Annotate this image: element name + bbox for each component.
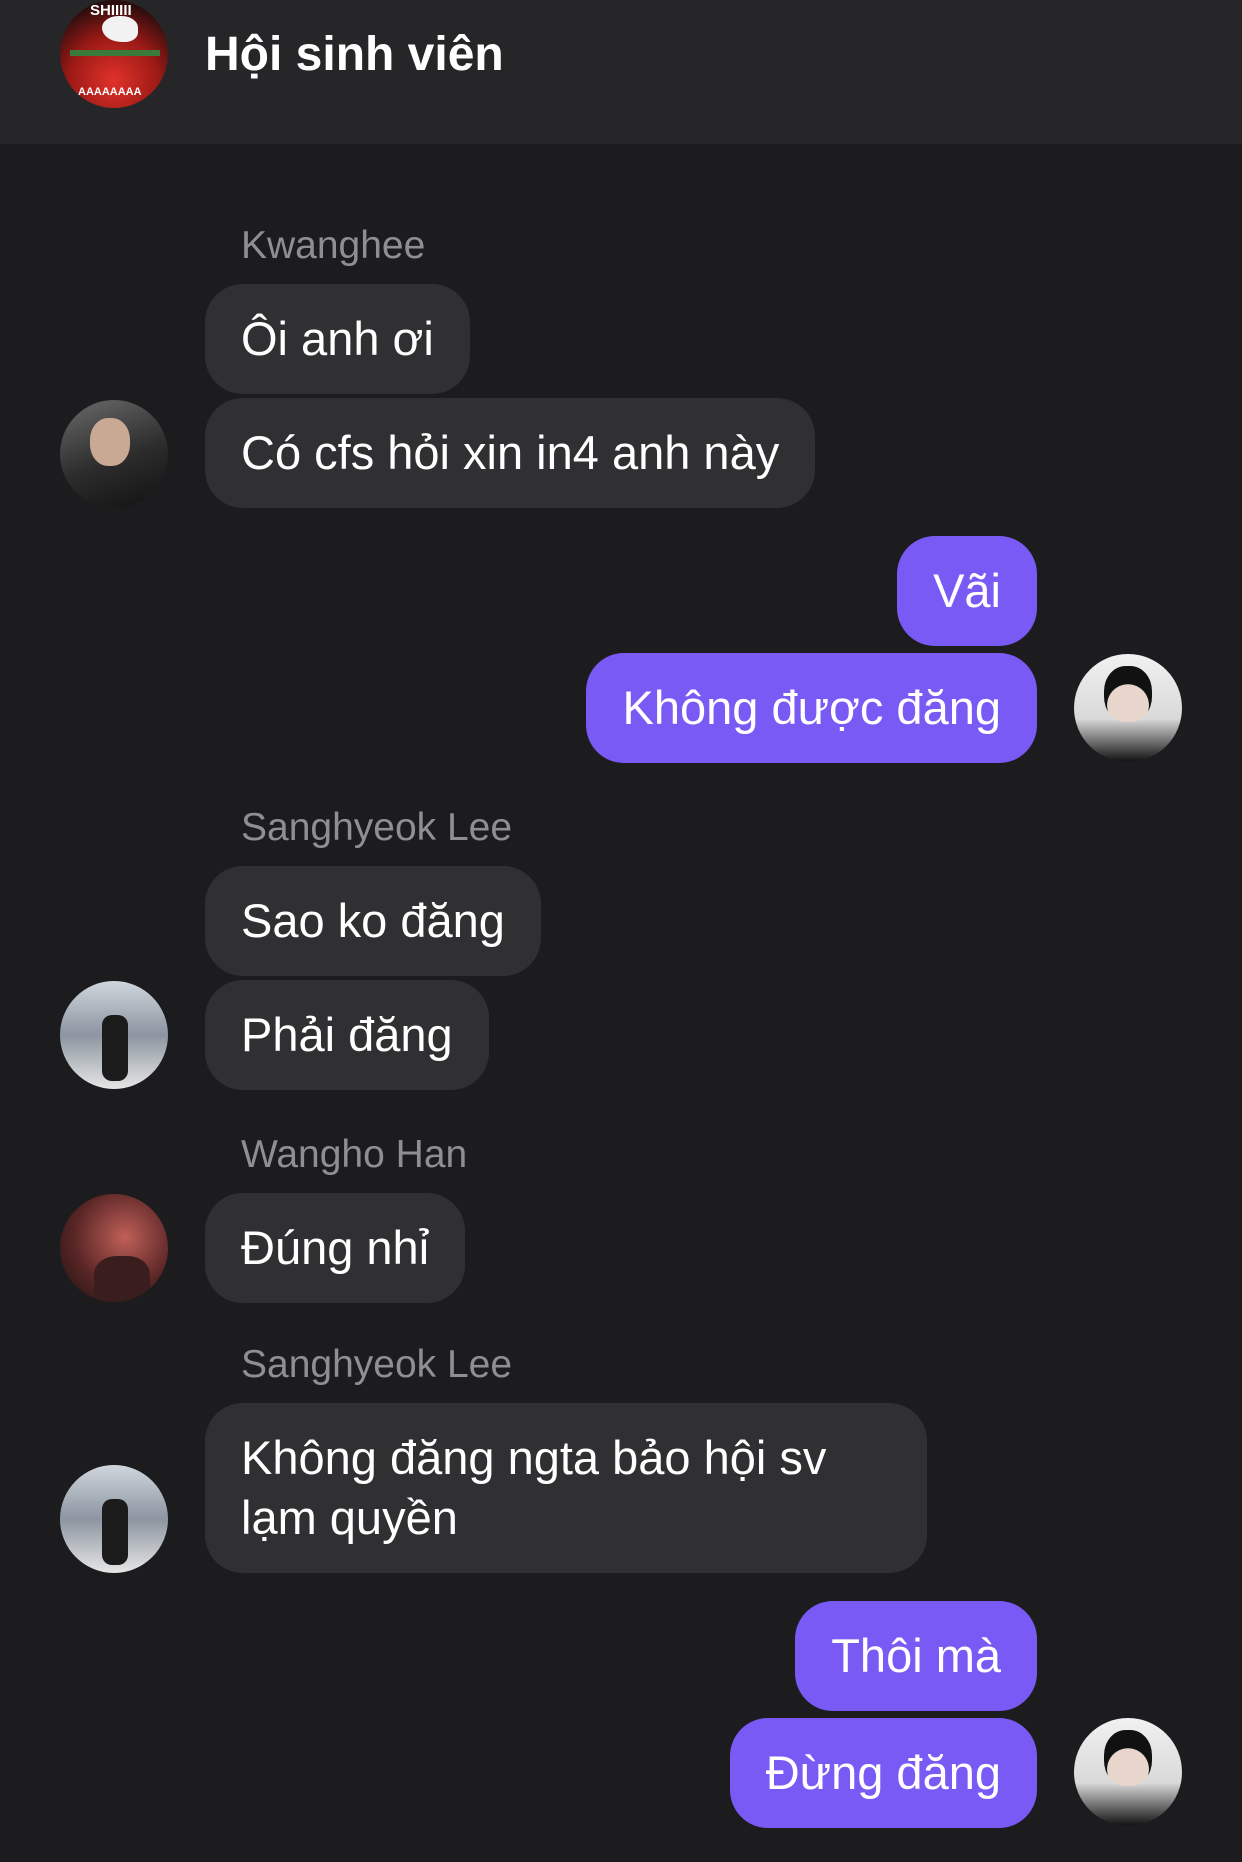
avatar[interactable] bbox=[60, 400, 168, 508]
message-bubble-outgoing[interactable]: Không được đăng bbox=[586, 653, 1037, 763]
message-bubble-outgoing[interactable]: Đừng đăng bbox=[729, 1718, 1037, 1828]
sender-name: Sanghyeok Lee bbox=[241, 1343, 513, 1386]
bird-image bbox=[102, 16, 138, 42]
sender-name: Sanghyeok Lee bbox=[241, 806, 513, 849]
avatar[interactable] bbox=[1074, 1718, 1182, 1826]
sender-name: Wangho Han bbox=[241, 1133, 468, 1176]
chat-title[interactable]: Hội sinh viên bbox=[205, 28, 504, 82]
message-bubble[interactable]: Có cfs hỏi xin in4 anh này bbox=[205, 398, 816, 508]
sender-name: Kwanghee bbox=[241, 224, 426, 267]
group-avatar[interactable]: SHIIIII AAAAAAAA bbox=[60, 0, 168, 108]
message-bubble[interactable]: Phải đăng bbox=[205, 980, 489, 1090]
avatar[interactable] bbox=[60, 1465, 168, 1573]
message-bubble-outgoing[interactable]: Vãi bbox=[897, 536, 1037, 646]
message-bubble[interactable]: Ôi anh ơi bbox=[205, 284, 470, 394]
message-bubble[interactable]: Không đăng ngta bảo hội sv lạm quyền bbox=[205, 1403, 927, 1573]
group-avatar-bottom-text: AAAAAAAA bbox=[78, 86, 142, 98]
avatar[interactable] bbox=[60, 1194, 168, 1302]
message-bubble[interactable]: Đúng nhỉ bbox=[205, 1193, 466, 1303]
message-bubble-outgoing[interactable]: Thôi mà bbox=[795, 1601, 1037, 1711]
chat-header: SHIIIII AAAAAAAA Hội sinh viên bbox=[0, 0, 1242, 144]
avatar-stripe bbox=[70, 50, 160, 56]
avatar[interactable] bbox=[60, 981, 168, 1089]
avatar[interactable] bbox=[1074, 654, 1182, 762]
message-bubble[interactable]: Sao ko đăng bbox=[205, 866, 541, 976]
